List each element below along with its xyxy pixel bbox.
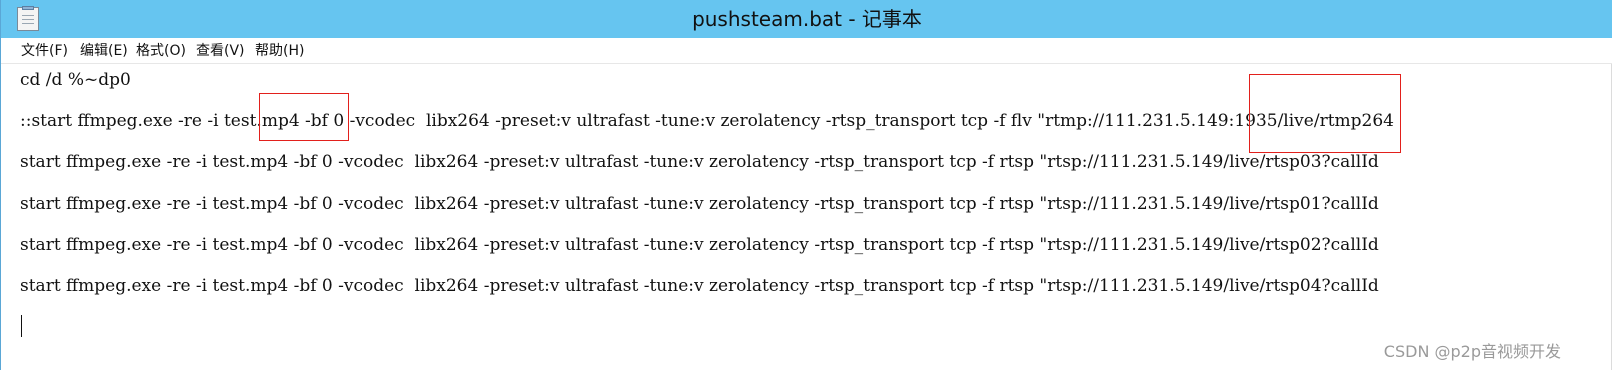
watermark: CSDN @p2p音视频开发 (1383, 342, 1561, 361)
menu-bar: 文件(F) 编辑(E) 格式(O) 查看(V) 帮助(H) (1, 38, 1612, 64)
window-controls-area (1523, 0, 1612, 38)
code-line: start ffmpeg.exe -re -i test.mp4 -bf 0 -… (20, 276, 1379, 296)
notepad-window: pushsteam.bat - 记事本 文件(F) 编辑(E) 格式(O) 查看… (0, 0, 1612, 370)
code-line: ::start ffmpeg.exe -re -i test.mp4 -bf 0… (20, 111, 1394, 131)
menu-help[interactable]: 帮助(H) (255, 38, 304, 64)
code-line: start ffmpeg.exe -re -i test.mp4 -bf 0 -… (20, 235, 1379, 255)
title-bar[interactable]: pushsteam.bat - 记事本 (1, 0, 1612, 38)
menu-format[interactable]: 格式(O) (136, 38, 186, 64)
menu-file[interactable]: 文件(F) (21, 38, 68, 64)
code-line: start ffmpeg.exe -re -i test.mp4 -bf 0 -… (20, 194, 1379, 214)
code-line: start ffmpeg.exe -re -i test.mp4 -bf 0 -… (20, 152, 1379, 172)
text-caret (21, 315, 22, 337)
window-title: pushsteam.bat - 记事本 (692, 7, 922, 31)
menu-view[interactable]: 查看(V) (196, 38, 245, 64)
text-editor[interactable]: cd /d %~dp0 ::start ffmpeg.exe -re -i te… (1, 64, 1612, 370)
menu-edit[interactable]: 编辑(E) (80, 38, 128, 64)
code-line: cd /d %~dp0 (20, 70, 131, 90)
